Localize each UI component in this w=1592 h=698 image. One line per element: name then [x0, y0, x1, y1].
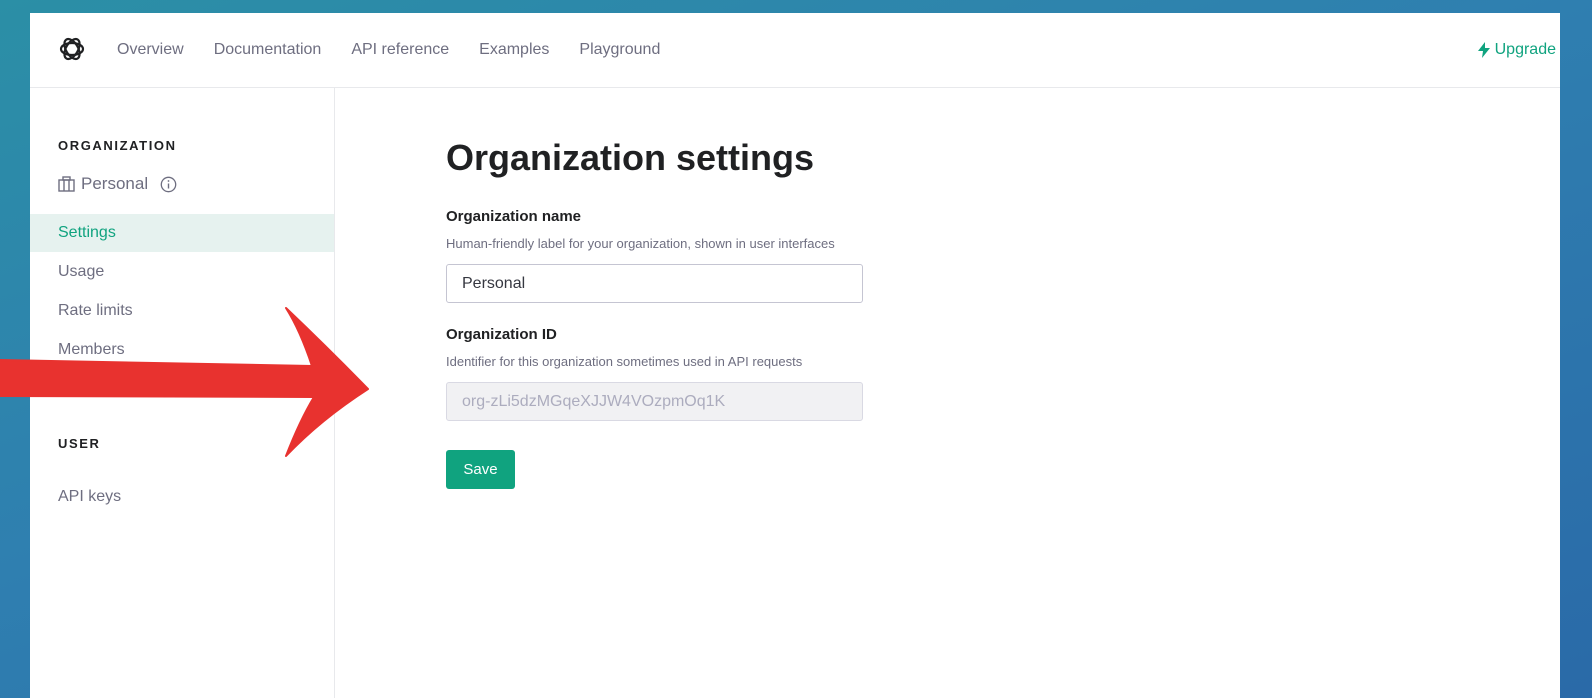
org-id-field-help: Identifier for this organization sometim… — [446, 354, 803, 369]
org-name-field-help: Human-friendly label for your organizati… — [446, 236, 835, 251]
sidebar: ORGANIZATION Personal Settings Usage Rat… — [30, 88, 335, 698]
nav-documentation[interactable]: Documentation — [214, 41, 322, 59]
nav-overview[interactable]: Overview — [117, 41, 184, 59]
org-name-field-label: Organization name — [446, 208, 582, 225]
main-nav: Overview Documentation API reference Exa… — [117, 13, 690, 87]
sidebar-item-members[interactable]: Members — [30, 331, 334, 369]
sidebar-item-api-keys[interactable]: API keys — [30, 478, 334, 516]
upgrade-link[interactable]: Upgrade — [1477, 13, 1556, 87]
info-icon[interactable] — [160, 176, 177, 193]
building-icon — [58, 176, 75, 192]
nav-playground[interactable]: Playground — [579, 41, 660, 59]
save-button[interactable]: Save — [446, 450, 515, 489]
nav-examples[interactable]: Examples — [479, 41, 549, 59]
sidebar-item-settings[interactable]: Settings — [30, 214, 334, 252]
app-window: Overview Documentation API reference Exa… — [30, 13, 1560, 698]
org-name-input[interactable] — [446, 264, 863, 303]
sidebar-item-billing[interactable]: Billing — [30, 370, 334, 408]
org-id-input[interactable] — [446, 382, 863, 421]
top-navigation-bar: Overview Documentation API reference Exa… — [30, 13, 1560, 88]
page-title: Organization settings — [446, 137, 815, 178]
organization-section-title: ORGANIZATION — [58, 138, 177, 153]
sidebar-item-usage[interactable]: Usage — [30, 253, 334, 291]
nav-api-reference[interactable]: API reference — [351, 41, 449, 59]
openai-logo-icon[interactable] — [58, 35, 86, 63]
upgrade-label: Upgrade — [1494, 41, 1556, 58]
lightning-bolt-icon — [1477, 42, 1490, 58]
org-name-label: Personal — [81, 174, 149, 193]
sidebar-item-rate-limits[interactable]: Rate limits — [30, 292, 334, 330]
org-switcher[interactable]: Personal — [58, 174, 177, 194]
org-id-field-label: Organization ID — [446, 326, 557, 343]
user-section-title: USER — [58, 436, 101, 451]
